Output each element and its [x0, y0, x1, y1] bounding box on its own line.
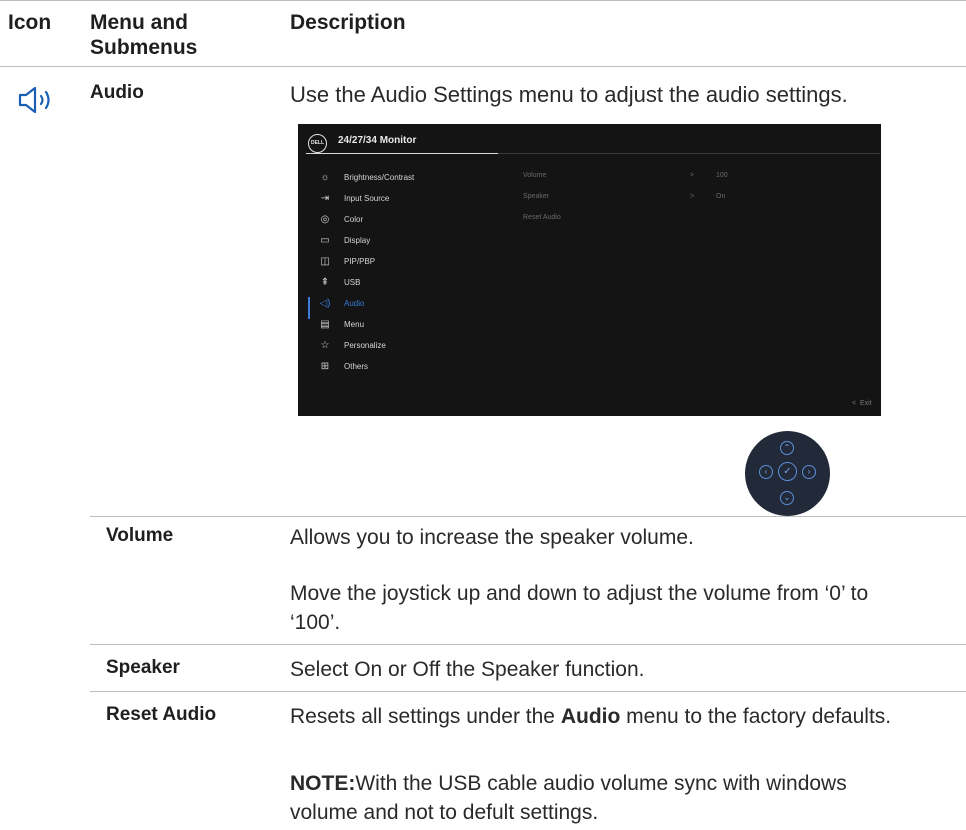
submenu-top-border [90, 516, 966, 517]
volume-row-border [90, 644, 966, 645]
header-icon-column: Icon [8, 11, 52, 34]
osd-exit-label: Exit [859, 400, 872, 407]
pip-pbp-icon: ◫ [320, 255, 330, 267]
osd-exit-button[interactable]: < Exit [852, 400, 872, 407]
header-bottom-border [0, 66, 966, 67]
volume-description-2: Move the joystick up and down to adjust … [290, 582, 869, 634]
osd-item-usb[interactable]: ⇞ USB [318, 274, 361, 290]
osd-screenshot: DELL 24/27/34 Monitor ☼ Brightness/Contr… [298, 124, 881, 416]
volume-label: Volume [106, 525, 174, 546]
speaker-row-border [90, 691, 966, 692]
header-description-column: Description [290, 11, 406, 34]
dell-logo: DELL [308, 134, 327, 153]
reset-audio-note: NOTE:With the USB cable audio volume syn… [290, 769, 870, 827]
star-icon: ☆ [320, 339, 330, 351]
osd-item-brightness[interactable]: ☼ Brightness/Contrast [318, 169, 414, 185]
chevron-left-icon: < [852, 400, 857, 407]
osd-selection-indicator [308, 297, 310, 319]
reset-audio-desc-suffix: menu to the factory defaults. [620, 705, 892, 728]
osd-sub-volume-arrow: > [690, 172, 695, 179]
audio-speaker-icon [16, 84, 56, 116]
usb-icon: ⇞ [320, 276, 330, 288]
reset-audio-desc-bold: Audio [560, 705, 621, 728]
reset-audio-desc-prefix: Resets all settings under the [290, 705, 561, 728]
osd-item-display[interactable]: ▭ Display [318, 232, 370, 248]
right-arrow-icon: › [802, 465, 816, 479]
osd-sub-volume-value: 100 [716, 172, 728, 179]
header-menu-column: Menu and Submenus [90, 10, 197, 60]
osd-item-pip-pbp[interactable]: ◫ PIP/PBP [318, 253, 375, 269]
audio-description: Use the Audio Settings menu to adjust th… [290, 82, 848, 107]
osd-sub-speaker-arrow: > [690, 193, 695, 200]
osd-item-label: USB [344, 277, 361, 287]
osd-sub-volume[interactable]: Volume [523, 172, 546, 179]
table-top-border [0, 0, 966, 1]
osd-sub-speaker-value: On [716, 193, 726, 200]
header-menu-line1: Menu and [90, 11, 188, 34]
osd-item-audio[interactable]: ◁) Audio [318, 295, 364, 311]
speaker-description: Select On or Off the Speaker function. [290, 658, 645, 681]
display-icon: ▭ [320, 234, 330, 246]
brightness-icon: ☼ [320, 171, 330, 183]
note-text: With the USB cable audio volume sync wit… [290, 772, 847, 824]
osd-item-input-source[interactable]: ⇥ Input Source [318, 190, 390, 206]
check-icon: ✓ [778, 462, 797, 481]
input-source-icon: ⇥ [320, 192, 330, 204]
color-icon: ◎ [320, 213, 330, 225]
down-arrow-icon: ⌄ [780, 491, 794, 505]
left-arrow-icon: ‹ [759, 465, 773, 479]
osd-divider [498, 153, 880, 154]
osd-item-label: PIP/PBP [344, 256, 376, 266]
menu-icon: ▤ [320, 318, 330, 330]
osd-item-personalize[interactable]: ☆ Personalize [318, 337, 386, 353]
osd-title-underline [306, 153, 498, 154]
osd-sub-reset-audio[interactable]: Reset Audio [523, 214, 561, 221]
speaker-label: Speaker [106, 657, 180, 678]
joystick-graphic: ⌃ ‹ ✓ › ⌄ [745, 431, 830, 516]
audio-menu-label: Audio [90, 82, 144, 103]
osd-item-color[interactable]: ◎ Color [318, 211, 364, 227]
reset-audio-description: Resets all settings under the Audio menu… [290, 702, 900, 731]
reset-audio-label: Reset Audio [106, 704, 217, 725]
osd-item-label: Menu [344, 319, 365, 329]
osd-item-label: Display [344, 235, 371, 245]
others-icon: ⊞ [320, 360, 330, 372]
osd-item-label: Audio [344, 298, 365, 308]
osd-item-others[interactable]: ⊞ Others [318, 358, 368, 374]
osd-item-label: Color [344, 214, 364, 224]
up-arrow-icon: ⌃ [780, 441, 794, 455]
osd-item-label: Input Source [344, 193, 390, 203]
osd-title: 24/27/34 Monitor [338, 135, 417, 146]
volume-description: Allows you to increase the speaker volum… [290, 526, 694, 549]
header-menu-line2: Submenus [90, 36, 198, 59]
osd-item-menu[interactable]: ▤ Menu [318, 316, 364, 332]
osd-item-label: Others [344, 361, 369, 371]
osd-sub-speaker[interactable]: Speaker [523, 193, 549, 200]
note-label: NOTE: [290, 772, 356, 795]
osd-item-label: Brightness/Contrast [344, 172, 415, 182]
osd-item-label: Personalize [344, 340, 386, 350]
audio-icon: ◁) [319, 297, 331, 309]
